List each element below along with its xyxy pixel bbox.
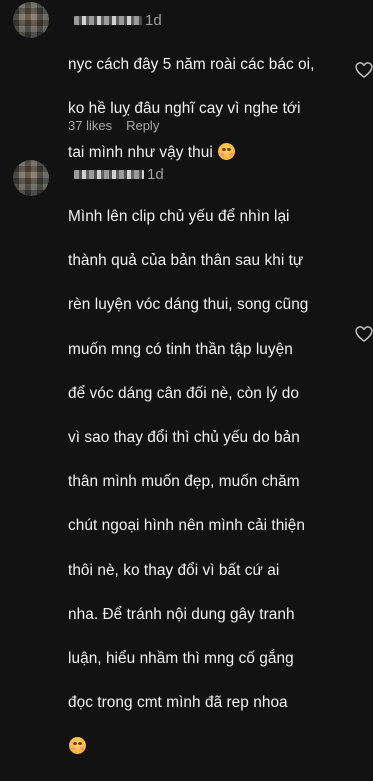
- comment-line: [68, 736, 360, 758]
- comment-line: Mình lên clip chủ yếu để nhìn lại: [68, 208, 290, 226]
- comment-meta: 1d: [74, 165, 164, 183]
- comment-2: 1d Mình lên clip chủ yếu để nhìn lại thà…: [0, 150, 373, 755]
- kissing-face-emoji-icon: [69, 737, 86, 755]
- like-heart-icon[interactable]: [354, 324, 373, 344]
- avatar[interactable]: [13, 160, 49, 196]
- comment-1: 1d nyc cách đây 5 năm roài các bác oi, k…: [0, 0, 373, 161]
- like-heart-icon[interactable]: [354, 60, 373, 80]
- comment-line: thân mình muốn đẹp, muốn chăm: [68, 473, 300, 491]
- timestamp: 1d: [145, 11, 162, 29]
- avatar[interactable]: [13, 2, 49, 38]
- comment-line: muốn mng có tinh thần tập luyện: [68, 340, 293, 358]
- comment-line: nyc cách đây 5 năm roài các bác oi,: [68, 56, 315, 74]
- likes-count[interactable]: 37 likes: [68, 118, 112, 133]
- comment-line: nha. Để tránh nội dung gây tranh: [68, 605, 295, 623]
- username-blurred[interactable]: [74, 169, 144, 179]
- comment-line: thành quả của bản thân sau khi tự: [68, 252, 304, 270]
- comment-text: Mình lên clip chủ yếu để nhìn lại thành …: [68, 184, 360, 781]
- comment-line: rèn luyện vóc dáng thui, song cũng: [68, 296, 309, 314]
- comment-line: thôi nè, ko thay đổi vì bất cứ ai: [68, 561, 280, 579]
- comment-line: luận, hiểu nhầm thì mng cố gắng: [68, 649, 294, 667]
- comment-line: chút ngoại hình nên mình cải thiện: [68, 517, 306, 535]
- reply-button[interactable]: Reply: [126, 118, 159, 133]
- username-blurred[interactable]: [74, 15, 142, 25]
- comment-actions: 37 likes Reply: [68, 118, 159, 133]
- comment-line: đọc trong cmt mình đã rep nhoa: [68, 694, 288, 712]
- comment-line: để vóc dáng cân đối nè, còn lý do: [68, 384, 299, 402]
- comment-line: vì sao thay đổi thì chủ yếu do bản: [68, 429, 300, 447]
- timestamp: 1d: [147, 165, 164, 183]
- comment-meta: 1d: [74, 11, 162, 29]
